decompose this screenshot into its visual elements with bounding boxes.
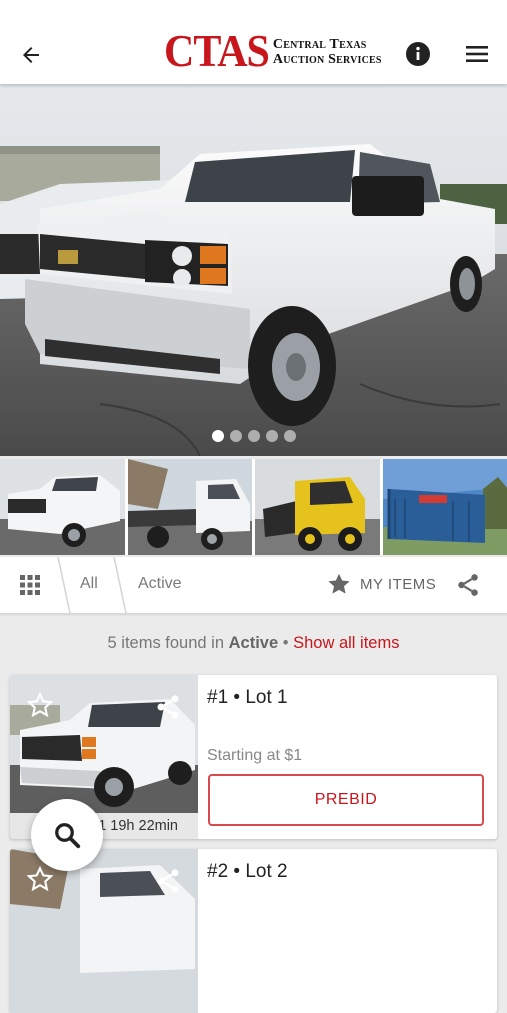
show-all-items-link[interactable]: Show all items <box>293 634 399 652</box>
hero-image-carousel[interactable] <box>0 84 507 456</box>
carousel-indicator <box>0 430 507 442</box>
carousel-dot[interactable] <box>230 430 242 442</box>
grid-view-icon[interactable] <box>18 573 42 597</box>
thumbnail-skid-steer[interactable] <box>255 459 380 555</box>
tab-all[interactable]: All <box>80 575 98 593</box>
star-icon <box>326 571 352 597</box>
back-button[interactable] <box>14 38 48 72</box>
lot-card[interactable]: #2 • Lot 2 <box>10 849 497 1013</box>
search-fab[interactable] <box>31 799 103 871</box>
share-icon[interactable] <box>154 693 182 721</box>
favorite-star-icon[interactable] <box>26 865 54 893</box>
share-icon[interactable] <box>455 572 481 598</box>
logo-line-2: Auction Services <box>273 52 382 67</box>
lot-title: #1 • Lot 1 <box>207 687 288 709</box>
ctas-logo: CTAS Central Texas Auction Services <box>164 30 382 74</box>
summary-text: 5 items found in <box>108 634 229 652</box>
logo-subtitle: Central Texas Auction Services <box>273 37 382 67</box>
app-header: CTAS Central Texas Auction Services <box>0 0 507 84</box>
lot-starting-price: Starting at $1 <box>207 747 302 765</box>
carousel-dot[interactable] <box>212 430 224 442</box>
my-items-button[interactable]: MY ITEMS <box>326 571 436 597</box>
summary-separator: • <box>278 634 293 652</box>
lot-image[interactable] <box>10 849 198 1013</box>
share-icon[interactable] <box>154 867 182 895</box>
thumbnail-flatbed-truck[interactable] <box>128 459 253 555</box>
info-icon[interactable] <box>405 41 431 67</box>
filter-bar: All Active MY ITEMS <box>0 557 507 614</box>
carousel-dot[interactable] <box>248 430 260 442</box>
pickup-truck-photo <box>0 84 507 456</box>
thumbnail-shipping-container[interactable] <box>383 459 507 555</box>
thumbnail-pickup-truck[interactable] <box>0 459 125 555</box>
prebid-button[interactable]: PREBID <box>208 774 484 826</box>
carousel-dot[interactable] <box>284 430 296 442</box>
carousel-dot[interactable] <box>266 430 278 442</box>
lot-title: #2 • Lot 2 <box>207 861 288 883</box>
summary-status: Active <box>229 634 279 652</box>
featured-thumbnails <box>0 459 507 555</box>
menu-icon[interactable] <box>464 42 490 66</box>
favorite-star-icon[interactable] <box>26 691 54 719</box>
tab-divider <box>112 557 128 613</box>
tab-active[interactable]: Active <box>138 575 182 593</box>
logo-main: CTAS <box>164 28 269 76</box>
logo-line-1: Central Texas <box>273 37 382 52</box>
tab-divider <box>56 557 72 613</box>
my-items-label: MY ITEMS <box>360 576 436 593</box>
arrow-back-icon <box>19 43 43 67</box>
search-icon <box>52 820 82 850</box>
results-summary: 5 items found in Active • Show all items <box>0 634 507 653</box>
